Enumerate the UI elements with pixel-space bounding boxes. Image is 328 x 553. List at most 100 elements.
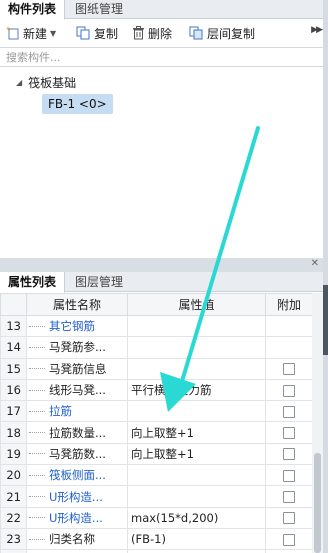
property-value-cell[interactable]: 向上取整+1 [127, 442, 266, 466]
table-row[interactable]: 19 马凳筋数... 向上取整+1 [0, 442, 313, 466]
tree-connector [29, 325, 45, 327]
tab-property-list[interactable]: 属性列表 [0, 272, 66, 293]
property-value-cell[interactable]: max(15*d,200) [127, 506, 266, 529]
component-search [0, 47, 323, 67]
property-name-cell[interactable]: 拉筋 [26, 400, 128, 423]
table-row[interactable]: 13 其它钢筋 [0, 314, 313, 338]
extra-checkbox[interactable] [283, 512, 295, 525]
extra-checkbox[interactable] [283, 533, 295, 546]
component-tree: ◢ 筏板基础 FB-1 <0> [0, 68, 323, 258]
tree-connector [29, 538, 45, 540]
property-value-cell[interactable]: 平行横向受力筋 [127, 378, 266, 402]
table-row[interactable]: 21 U形构造... [0, 485, 313, 508]
extra-cell [265, 357, 313, 380]
property-name: 归类名称 [49, 532, 95, 547]
property-name-cell[interactable]: 归类名称 [26, 527, 128, 551]
property-value-cell[interactable] [127, 314, 266, 338]
copy-label: 复制 [94, 26, 119, 41]
tree-node-label: 筏板基础 [28, 76, 77, 90]
property-name: 马凳筋参... [49, 340, 106, 355]
row-index: 21 [0, 485, 27, 508]
property-name-cell[interactable]: 马凳筋数... [26, 442, 128, 466]
row-index: 13 [0, 314, 27, 338]
tab-layer-management[interactable]: 图层管理 [67, 272, 131, 292]
property-name-cell[interactable]: U形构造... [26, 506, 128, 529]
property-grid: 属性名称 属性值 附加 13 其它钢筋 14 马凳筋参... 15 马凳筋信息 16 线形马凳… [0, 293, 313, 553]
tree-node-raft-foundation[interactable]: ◢ 筏板基础 [16, 74, 76, 91]
tree-connector [29, 389, 45, 391]
expand-triangle-icon[interactable]: ◢ [16, 78, 22, 87]
row-index: 23 [0, 527, 27, 551]
table-row[interactable]: 14 马凳筋参... [0, 336, 313, 359]
property-value-cell[interactable]: (FB-1) [127, 527, 266, 551]
tree-leaf-fb1[interactable]: FB-1 <0> [42, 94, 113, 114]
property-name: 线形马凳... [49, 383, 106, 398]
extra-cell [265, 378, 313, 402]
delete-button[interactable]: 删除 [132, 24, 172, 42]
vertical-scrollbar[interactable] [312, 293, 323, 553]
copy-button[interactable]: 复制 [76, 24, 118, 42]
extra-cell [265, 442, 313, 466]
property-name-cell[interactable]: 马凳筋参... [26, 336, 128, 359]
extra-checkbox[interactable] [283, 469, 295, 482]
property-value-cell[interactable]: 向上取整+1 [127, 421, 266, 444]
property-name: 其它钢筋 [49, 319, 95, 334]
tree-connector [29, 517, 45, 519]
floor-copy-button[interactable]: 层间复制 [189, 24, 255, 42]
property-value-cell[interactable] [127, 357, 266, 380]
table-row[interactable]: 22 U形构造... max(15*d,200) [0, 506, 313, 529]
splitter-grip[interactable] [323, 285, 328, 355]
tree-connector [29, 474, 45, 476]
table-row[interactable]: 17 拉筋 [0, 400, 313, 423]
extra-cell [265, 464, 313, 487]
property-name: U形构造... [49, 510, 103, 525]
property-name-cell[interactable]: 马凳筋信息 [26, 357, 128, 380]
tree-connector [29, 496, 45, 498]
property-name: 马凳筋数... [49, 446, 106, 461]
property-name-cell[interactable]: 筏板侧面... [26, 464, 128, 487]
property-name-cell[interactable]: 线形马凳... [26, 378, 128, 402]
property-name: 拉筋 [49, 404, 72, 419]
search-input[interactable] [0, 48, 300, 66]
property-name-cell[interactable]: U形构造... [26, 485, 128, 508]
extra-cell [265, 421, 313, 444]
property-name-cell[interactable]: 拉筋数量... [26, 421, 128, 444]
scrollbar-thumb[interactable] [314, 453, 321, 553]
tab-drawing-management[interactable]: 图纸管理 [67, 0, 131, 19]
extra-checkbox[interactable] [283, 405, 295, 418]
close-icon[interactable]: ✕ [311, 258, 319, 270]
extra-checkbox[interactable] [283, 384, 295, 397]
extra-checkbox[interactable] [283, 448, 295, 461]
property-value-cell[interactable] [127, 464, 266, 487]
new-button[interactable]: 新建 ▼ [6, 24, 56, 42]
tree-connector [29, 432, 45, 434]
property-value-cell[interactable] [127, 485, 266, 508]
property-name-cell[interactable]: 其它钢筋 [26, 314, 128, 338]
row-index: 22 [0, 506, 27, 529]
toolbar-overflow-icon[interactable]: ▶▶ [311, 25, 323, 35]
extra-checkbox[interactable] [283, 491, 295, 504]
table-row[interactable]: 23 归类名称 (FB-1) [0, 527, 313, 551]
row-index: 15 [0, 357, 27, 380]
tree-connector [29, 410, 45, 412]
table-row[interactable]: 15 马凳筋信息 [0, 357, 313, 380]
property-value-cell[interactable] [127, 336, 266, 359]
row-index: 16 [0, 378, 27, 402]
property-name: U形构造... [49, 489, 103, 504]
tree-connector [29, 346, 45, 348]
tab-component-list[interactable]: 构件列表 [0, 0, 66, 20]
property-value-cell[interactable] [127, 400, 266, 423]
chevron-down-icon[interactable]: ▼ [50, 29, 56, 38]
table-row[interactable]: 18 拉筋数量... 向上取整+1 [0, 421, 313, 444]
table-row[interactable]: 16 线形马凳... 平行横向受力筋 [0, 378, 313, 402]
delete-label: 删除 [148, 26, 173, 41]
right-splitter[interactable] [323, 0, 328, 553]
extra-checkbox[interactable] [283, 427, 295, 440]
grid-header-row: 属性名称 属性值 附加 [0, 293, 313, 316]
extra-checkbox[interactable] [283, 363, 295, 376]
property-name: 马凳筋信息 [49, 361, 107, 376]
grid-body: 13 其它钢筋 14 马凳筋参... 15 马凳筋信息 16 线形马凳... 平行横向受力筋 17… [0, 314, 313, 553]
header-index [0, 293, 27, 316]
trash-icon [133, 26, 144, 40]
table-row[interactable]: 20 筏板侧面... [0, 464, 313, 487]
